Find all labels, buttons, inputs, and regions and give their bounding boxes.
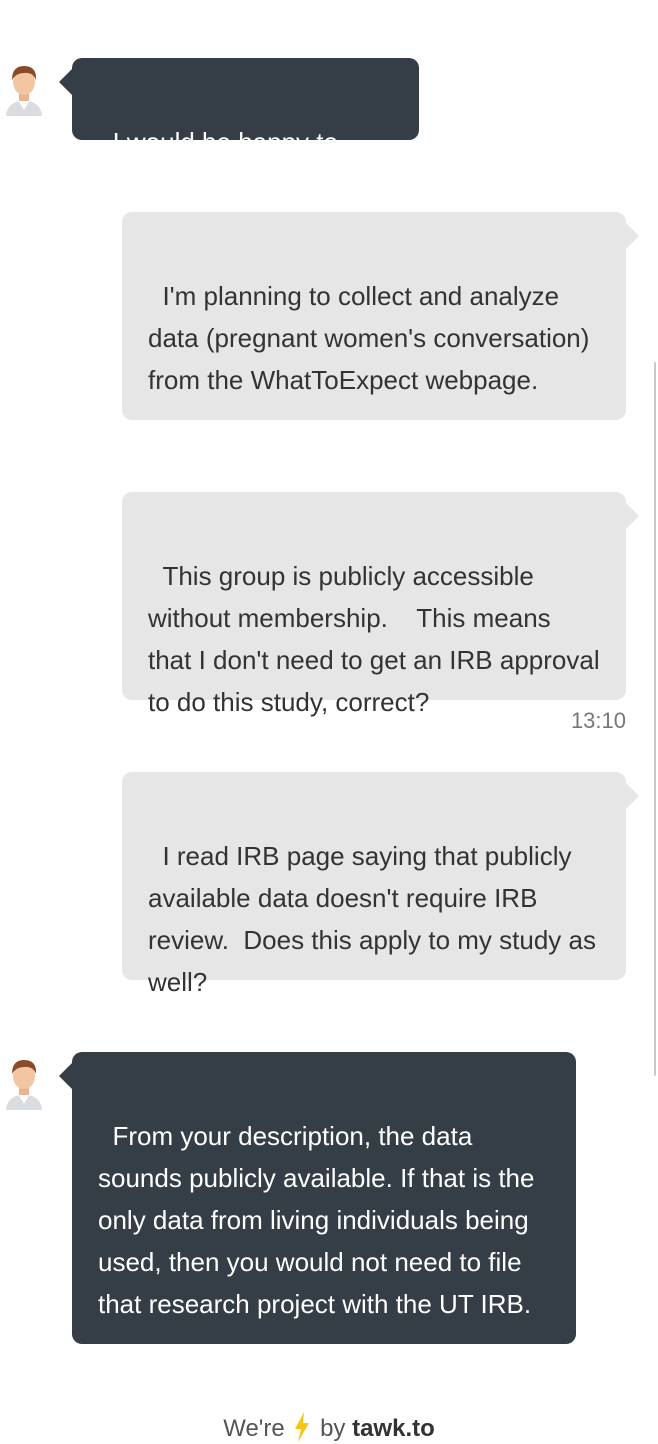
agent-message: From your description, the data sounds p… bbox=[59, 1052, 576, 1344]
message-text: This group is publicly accessible withou… bbox=[148, 561, 607, 717]
agent-avatar-icon bbox=[6, 1060, 42, 1110]
agent-avatar-icon bbox=[6, 66, 42, 116]
agent-avatar bbox=[3, 62, 45, 116]
footer-prefix: We're bbox=[223, 1415, 285, 1442]
footer-by: by bbox=[320, 1415, 346, 1442]
scrollbar[interactable] bbox=[654, 362, 656, 1076]
message-timestamp: 13:10 bbox=[570, 708, 626, 733]
visitor-message: This group is publicly accessible withou… bbox=[122, 492, 639, 717]
tawk-to-link[interactable]: tawk.to bbox=[352, 1415, 435, 1442]
agent-avatar bbox=[3, 1056, 45, 1110]
powered-by-footer[interactable]: We're by tawk.to bbox=[0, 1412, 658, 1444]
agent-message: I would be happy to help bbox=[59, 58, 419, 199]
message-text: I would be happy to help bbox=[98, 127, 346, 199]
message-text: I read IRB page saying that publicly ava… bbox=[148, 841, 604, 997]
message-text: I'm planning to collect and analyze data… bbox=[148, 281, 597, 395]
visitor-message: I'm planning to collect and analyze data… bbox=[122, 212, 639, 420]
lightning-bolt-icon bbox=[295, 1412, 310, 1442]
message-text: From your description, the data sounds p… bbox=[98, 1121, 542, 1319]
visitor-message: I read IRB page saying that publicly ava… bbox=[122, 772, 639, 997]
